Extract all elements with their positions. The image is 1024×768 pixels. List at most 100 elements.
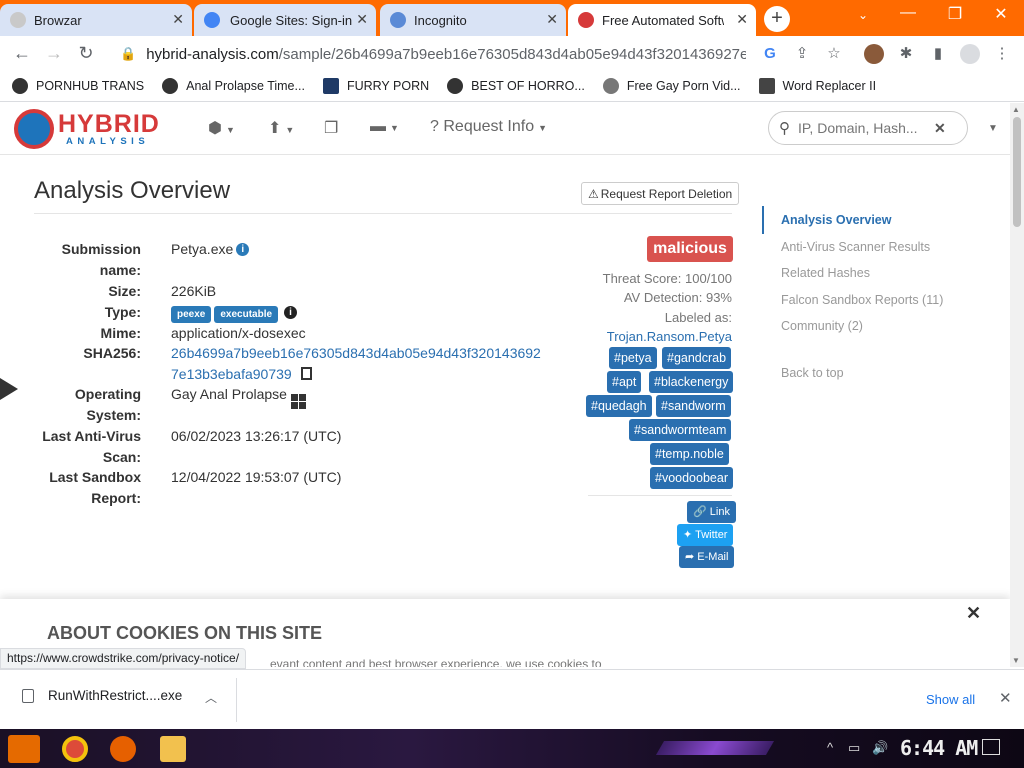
close-cookie-icon[interactable]: ✕ xyxy=(966,603,981,624)
file-explorer-icon[interactable] xyxy=(160,736,186,762)
scrollbar-thumb[interactable] xyxy=(1013,117,1021,227)
download-filename: RunWithRestrict....exe xyxy=(48,688,183,703)
browzar-favicon-icon xyxy=(10,12,26,28)
nav-sandbox-reports[interactable]: Falcon Sandbox Reports (11) xyxy=(781,293,943,307)
back-arrow-icon[interactable]: ← xyxy=(10,42,34,66)
bookmark-item[interactable]: BEST OF HORRO... xyxy=(447,77,585,94)
tab-browzar[interactable]: Browzar ✕ xyxy=(0,4,192,36)
show-all-button[interactable]: Show all xyxy=(926,692,975,707)
link-status-bar: https://www.crowdstrike.com/privacy-noti… xyxy=(0,648,247,669)
tab-hybrid-analysis[interactable]: Free Automated Software ✕ xyxy=(568,4,756,36)
bookmark-item[interactable]: Anal Prolapse Time... xyxy=(162,77,305,94)
taskbar-clock[interactable]: 6:44 AM xyxy=(900,736,978,760)
share-twitter-button[interactable]: ✦ Twitter xyxy=(677,524,734,546)
labeled-as-label: Labeled as: xyxy=(664,310,732,325)
notifications-icon[interactable] xyxy=(982,739,1000,755)
share-icon[interactable]: ⇪ xyxy=(792,44,812,64)
type-label: Type: xyxy=(104,304,141,320)
share-link-button[interactable]: 🔗 Link xyxy=(687,501,736,523)
google-lens-icon[interactable]: G xyxy=(760,44,780,64)
info-icon[interactable]: i xyxy=(284,306,298,319)
bookmark-star-icon[interactable]: ☆ xyxy=(824,44,844,64)
download-item[interactable]: RunWithRestrict....exe xyxy=(22,688,182,703)
back-to-top-link[interactable]: Back to top xyxy=(781,366,844,380)
close-icon[interactable]: ✕ xyxy=(546,11,558,28)
bookmark-item[interactable]: Word Replacer II xyxy=(758,77,876,94)
sha256-line[interactable]: 26b4699a7b9eeb16e76305d843d4ab05e94d43f3… xyxy=(171,343,541,364)
sha256-line[interactable]: 7e13b3ebafa90739 xyxy=(171,366,292,382)
tab-incognito[interactable]: Incognito ✕ xyxy=(380,4,566,36)
chevron-up-icon[interactable]: ︿ xyxy=(205,689,217,706)
minimize-icon[interactable]: — xyxy=(893,4,923,22)
site-header: HYBRID ANALYSIS ⬢ ▼ ⬆ ▼ ❐ ▬ ▼ ? Request Inf… xyxy=(0,103,1010,155)
logo-word: HYBRID xyxy=(58,110,160,138)
cube-menu[interactable]: ⬢ ▼ xyxy=(208,118,235,138)
extensions-puzzle-icon[interactable]: ✱ xyxy=(896,44,916,64)
hashtag[interactable]: #quedagh xyxy=(586,395,652,417)
folder-menu[interactable]: ▬ ▼ xyxy=(370,118,399,136)
twitter-icon: ✦ xyxy=(683,529,693,541)
hashtag[interactable]: #petya xyxy=(609,347,657,369)
search-input[interactable] xyxy=(798,120,928,136)
site-icon xyxy=(322,77,339,94)
start-button[interactable] xyxy=(8,735,40,763)
page-scrollbar[interactable]: ▲ ▼ xyxy=(1010,103,1024,667)
forward-arrow-icon[interactable]: → xyxy=(42,42,66,66)
close-download-shelf-icon[interactable]: ✕ xyxy=(999,689,1012,707)
network-icon[interactable]: ▭ xyxy=(848,740,860,756)
side-panel-icon[interactable]: ▮ xyxy=(928,44,948,64)
hashtag[interactable]: #voodoobear xyxy=(650,467,733,489)
bookmark-item[interactable]: Free Gay Porn Vid... xyxy=(602,77,741,94)
chrome-icon[interactable] xyxy=(62,736,88,762)
hashtag[interactable]: #blackenergy xyxy=(649,371,734,393)
close-icon[interactable]: ✕ xyxy=(736,11,748,28)
hybrid-analysis-logo[interactable]: HYBRID ANALYSIS xyxy=(14,109,180,149)
nav-antivirus-results[interactable]: Anti-Virus Scanner Results xyxy=(781,240,930,254)
hashtag[interactable]: #sandwormteam xyxy=(629,419,732,441)
title-divider xyxy=(34,213,732,214)
close-icon[interactable]: ✕ xyxy=(356,11,368,28)
search-box: ⚲ ✕ xyxy=(768,111,968,145)
reload-icon[interactable]: ↻ xyxy=(74,42,98,66)
info-icon[interactable]: i xyxy=(236,243,250,256)
new-tab-button[interactable]: + xyxy=(764,6,790,32)
tray-chevron-icon[interactable]: ^ xyxy=(827,740,833,755)
copy-icon[interactable] xyxy=(300,367,312,380)
request-info-menu[interactable]: ? Request Info ▼ xyxy=(430,118,547,136)
file-upload-icon: ⬆ xyxy=(268,120,282,137)
clear-search-icon[interactable]: ✕ xyxy=(934,120,946,137)
bookmark-item[interactable]: FURRY PORN xyxy=(322,77,429,94)
hashtag[interactable]: #gandcrab xyxy=(662,347,732,369)
close-window-icon[interactable]: ✕ xyxy=(986,4,1016,24)
files-icon[interactable]: ❐ xyxy=(324,118,338,138)
tab-search-icon[interactable]: ⌄ xyxy=(848,8,878,22)
threat-label-link[interactable]: Trojan.Ransom.Petya xyxy=(607,329,732,344)
scroll-down-icon[interactable]: ▼ xyxy=(1012,656,1020,665)
scroll-up-icon[interactable]: ▲ xyxy=(1012,105,1020,114)
tab-google-sites[interactable]: Google Sites: Sign-in ✕ xyxy=(194,4,376,36)
request-report-deletion-button[interactable]: ⚠ Request Report Deletion xyxy=(581,182,740,205)
sha256-value: 26b4699a7b9eeb16e76305d843d4ab05e94d43f3… xyxy=(171,343,541,385)
volume-icon[interactable]: 🔊 xyxy=(872,740,888,756)
menu-kebab-icon[interactable]: ⋮ xyxy=(992,44,1012,64)
windows-icon xyxy=(290,394,306,409)
extension-avatar-icon[interactable] xyxy=(864,44,884,64)
firefox-icon[interactable] xyxy=(110,736,136,762)
nav-analysis-overview[interactable]: Analysis Overview xyxy=(781,213,891,227)
hashtag[interactable]: #sandworm xyxy=(656,395,731,417)
maximize-icon[interactable]: ❐ xyxy=(940,4,970,24)
hashtag[interactable]: #temp.noble xyxy=(650,443,729,465)
profile-icon[interactable] xyxy=(960,44,980,64)
malicious-badge: malicious xyxy=(647,236,733,262)
upload-file-menu[interactable]: ⬆ ▼ xyxy=(268,118,294,138)
close-icon[interactable]: ✕ xyxy=(172,11,184,28)
nav-related-hashes[interactable]: Related Hashes xyxy=(781,266,870,280)
nav-community[interactable]: Community (2) xyxy=(781,319,863,333)
hashtag[interactable]: #apt xyxy=(607,371,642,393)
bookmark-item[interactable]: PORNHUB TRANS xyxy=(12,77,144,94)
share-email-button[interactable]: ➦ E-Mail xyxy=(679,546,735,568)
cookie-text: evant content and best browser experienc… xyxy=(270,657,602,667)
last-sandbox-label: Last Sandbox Report: xyxy=(49,469,141,506)
search-options-chevron-icon[interactable]: ▼ xyxy=(988,123,998,134)
address-bar[interactable]: 🔒 hybrid-analysis.com/sample/26b4699a7b9… xyxy=(108,40,788,68)
